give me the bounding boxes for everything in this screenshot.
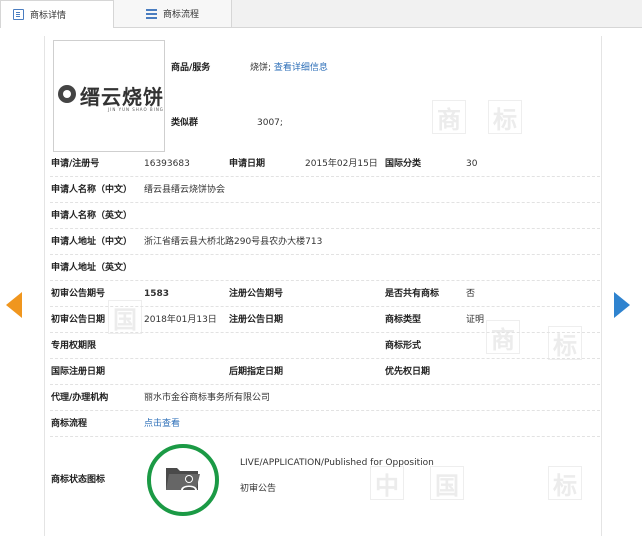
agent-value: 丽水市金谷商标事务所有限公司: [144, 393, 271, 403]
tab-bar: 商标详情 商标流程: [0, 0, 642, 28]
row-prelim-date: 初审公告日期 2018年01月13日 注册公告日期 商标类型 证明: [50, 307, 600, 333]
logo-text: 缙云烧饼: [80, 85, 164, 109]
folder-user-icon: [166, 468, 200, 490]
tab-trademark-flow[interactable]: 商标流程: [114, 0, 232, 27]
status-ring: [147, 444, 219, 516]
view-flow-link[interactable]: 点击查看: [144, 411, 180, 437]
row-flow: 商标流程 点击查看: [50, 411, 600, 437]
logo-subtext: JIN YUN SHAO BING: [108, 107, 164, 112]
tm-type-value: 证明: [466, 315, 485, 325]
reg-no-label: 申请/注册号: [51, 159, 100, 169]
goods-label: 商品/服务: [171, 63, 211, 73]
app-date-value: 2015年02月15日: [305, 159, 378, 169]
list-icon: [145, 8, 157, 19]
document-icon: [13, 9, 24, 20]
row-address-cn: 申请人地址（中文） 浙江省缙云县大桥北路290号县农办大楼713: [50, 229, 600, 255]
status-sub: 初审公告: [240, 484, 277, 494]
intl-class-value: 30: [466, 159, 478, 169]
watermark-char: 标: [488, 100, 522, 134]
tab-label: 商标流程: [162, 10, 199, 20]
tm-type-label: 商标类型: [385, 315, 422, 325]
logo-mark: [58, 85, 76, 103]
addr-en-label: 申请人地址（英文）: [51, 263, 133, 273]
watermark-char: 商: [432, 100, 466, 134]
intl-class-label: 国际分类: [385, 159, 422, 169]
name-cn-value: 缙云县缙云烧饼协会: [144, 185, 226, 195]
addr-cn-value: 浙江省缙云县大桥北路290号县农办大楼713: [144, 237, 323, 247]
prelim-no-label: 初审公告期号: [51, 289, 106, 299]
watermark-char: 国: [430, 466, 464, 500]
trademark-image: 缙云烧饼 JIN YUN SHAO BING: [53, 40, 165, 152]
similar-group-label: 类似群: [171, 118, 199, 128]
goods-value: 烧饼; 查看详细信息: [250, 63, 328, 73]
name-en-label: 申请人名称（英文）: [51, 211, 133, 221]
row-agent: 代理/办理机构 丽水市金谷商标事务所有限公司: [50, 385, 600, 411]
status-icon-label: 商标状态图标: [51, 475, 106, 485]
similar-group-value: 3007;: [257, 118, 283, 128]
row-excl-period: 专用权期限 商标形式: [50, 333, 600, 359]
view-details-link[interactable]: 查看详细信息: [274, 63, 328, 73]
row-registration: 申请/注册号 16393683 申请日期 2015年02月15日 国际分类 30: [50, 151, 600, 177]
app-date-label: 申请日期: [229, 159, 266, 169]
row-name-cn: 申请人名称（中文） 缙云县缙云烧饼协会: [50, 177, 600, 203]
reg-pub-date-label: 注册公告日期: [229, 315, 284, 325]
row-prelim-no: 初审公告期号 1583 注册公告期号 是否共有商标 否: [50, 281, 600, 307]
prelim-date-value: 2018年01月13日: [144, 315, 217, 325]
later-date-label: 后期指定日期: [229, 367, 284, 377]
priority-date-label: 优先权日期: [385, 367, 431, 377]
tab-label: 商标详情: [30, 11, 67, 21]
row-intl-reg: 国际注册日期 后期指定日期 优先权日期: [50, 359, 600, 385]
tab-trademark-detail[interactable]: 商标详情: [0, 0, 114, 28]
agent-label: 代理/办理机构: [51, 393, 109, 403]
arrow-right-icon[interactable]: [614, 292, 630, 318]
reg-pub-no-label: 注册公告期号: [229, 289, 284, 299]
row-address-en: 申请人地址（英文）: [50, 255, 600, 281]
shared-value: 否: [466, 289, 476, 299]
addr-cn-label: 申请人地址（中文）: [51, 237, 133, 247]
prelim-date-label: 初审公告日期: [51, 315, 106, 325]
arrow-left-icon[interactable]: [6, 292, 22, 318]
watermark-char: 标: [548, 466, 582, 500]
flow-label: 商标流程: [51, 419, 88, 429]
excl-period-label: 专用权期限: [51, 341, 97, 351]
row-name-en: 申请人名称（英文）: [50, 203, 600, 229]
shared-label: 是否共有商标: [385, 289, 440, 299]
intl-reg-date-label: 国际注册日期: [51, 367, 106, 377]
prelim-no-value: 1583: [144, 289, 170, 299]
name-cn-label: 申请人名称（中文）: [51, 185, 133, 195]
status-text: LIVE/APPLICATION/Published for Oppositio…: [240, 458, 434, 468]
tm-form-label: 商标形式: [385, 341, 422, 351]
reg-no-value: 16393683: [144, 159, 190, 169]
